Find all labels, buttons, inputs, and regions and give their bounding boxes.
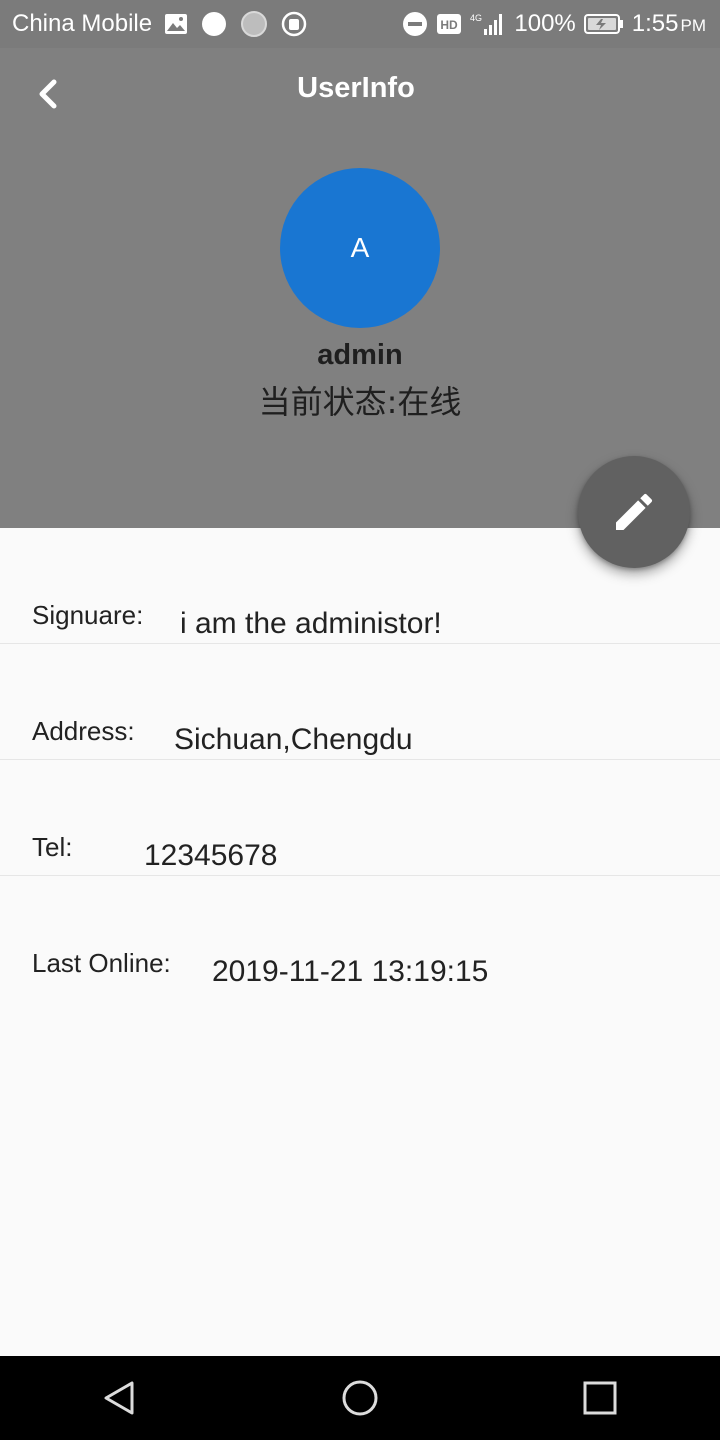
status-right: HD 4G 100% 1:55 PM <box>402 10 720 38</box>
username: admin <box>317 339 403 371</box>
square-recents-icon <box>583 1381 617 1415</box>
hand-notification-icon <box>280 10 308 38</box>
battery-percent: 100% <box>514 10 576 37</box>
status-left: China Mobile <box>0 10 308 38</box>
address-value: Sichuan,Chengdu <box>174 723 413 756</box>
status-bar: China Mobile HD 4G 100% 1:55 PM <box>0 0 720 48</box>
hd-icon: HD <box>436 13 462 35</box>
nav-back-button[interactable] <box>70 1356 170 1440</box>
circle-home-icon <box>342 1380 378 1416</box>
signature-label: Signuare: <box>32 600 144 630</box>
battery-charging-icon <box>583 13 624 35</box>
carrier-label: China Mobile <box>12 10 153 37</box>
profile-header: UserInfo A admin 当前状态:在线 <box>0 48 720 528</box>
dot-notification-icon <box>200 10 228 38</box>
page-title: UserInfo <box>297 72 415 104</box>
info-row-tel: Tel: 12345678 <box>0 760 720 876</box>
nav-recents-button[interactable] <box>550 1356 650 1440</box>
triangle-back-icon <box>104 1381 134 1415</box>
info-row-address: Address: Sichuan,Chengdu <box>0 644 720 760</box>
last-online-value: 2019-11-21 13:19:15 <box>212 955 489 988</box>
do-not-disturb-icon <box>402 11 428 37</box>
user-info-screen: China Mobile HD 4G 100% 1:55 PM UserInfo… <box>0 0 720 1440</box>
info-list: Signuare: i am the administor! Address: … <box>0 528 720 991</box>
online-status: 当前状态:在线 <box>258 383 462 421</box>
tel-label: Tel: <box>32 832 73 862</box>
edit-button[interactable] <box>578 456 690 568</box>
last-online-label: Last Online: <box>32 948 171 978</box>
address-label: Address: <box>32 716 135 746</box>
nav-home-button[interactable] <box>310 1356 410 1440</box>
system-nav-bar <box>0 1356 720 1440</box>
signal-icon: 4G <box>470 11 506 37</box>
svg-text:HD: HD <box>441 18 459 32</box>
pencil-icon <box>616 493 653 530</box>
signature-value: i am the administor! <box>180 607 442 640</box>
svg-text:4G: 4G <box>470 13 482 23</box>
avatar-letter: A <box>350 232 370 263</box>
dot-notification-icon-2 <box>240 10 268 38</box>
tel-value: 12345678 <box>144 839 278 872</box>
image-notification-icon <box>164 13 188 35</box>
avatar: A <box>280 168 440 328</box>
info-row-last-online: Last Online: 2019-11-21 13:19:15 <box>0 876 720 991</box>
clock: 1:55 PM <box>631 10 706 37</box>
